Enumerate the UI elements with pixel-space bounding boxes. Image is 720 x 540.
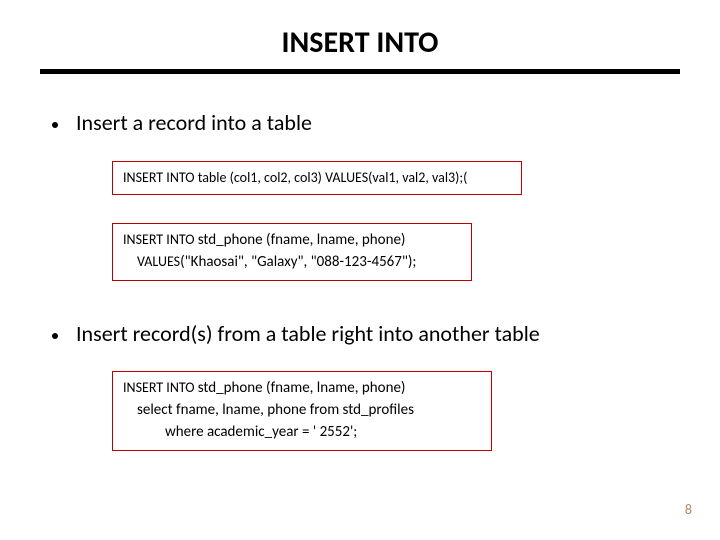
bullet-dot-icon <box>52 333 58 339</box>
bullet-dot-icon <box>52 122 58 128</box>
keyword: INSERT INTO <box>123 379 198 396</box>
bullet-1: Insert a record into a table <box>52 108 680 139</box>
code-box-example-1: INSERT INTO std_phone (fname, lname, pho… <box>112 223 472 281</box>
code-line: INSERT INTO std_phone (fname, lname, pho… <box>123 230 461 252</box>
bullet-2: Insert record(s) from a table right into… <box>52 319 680 350</box>
code-line: VALUES("Khaosai", "Galaxy", "088-123-456… <box>123 252 461 274</box>
slide: INSERT INTO Insert a record into a table… <box>0 0 720 540</box>
code-text: std_phone (fname, lname, phone) <box>198 379 406 397</box>
code-line: select fname, lname, phone from std_prof… <box>123 400 481 422</box>
keyword: INSERT INTO <box>123 231 198 248</box>
code-box-syntax: INSERT INTO table (col1, col2, col3) VAL… <box>112 161 522 195</box>
code-box-example-2: INSERT INTO std_phone (fname, lname, pho… <box>112 371 492 450</box>
content: Insert a record into a table INSERT INTO… <box>40 74 680 469</box>
code-text: ("Khaosai", "Galaxy", "088-123-4567"); <box>180 253 416 271</box>
keyword: VALUES <box>137 253 180 270</box>
bullet-2-text: Insert record(s) from a table right into… <box>76 319 540 350</box>
code-line: where academic_year = ' 2552'; <box>123 422 481 444</box>
page-number: 8 <box>685 501 692 518</box>
slide-title: INSERT INTO <box>282 20 439 67</box>
bullet-1-text: Insert a record into a table <box>76 108 312 139</box>
title-block: INSERT INTO <box>40 20 680 74</box>
code-text: std_phone (fname, lname, phone) <box>198 231 406 249</box>
code-syntax-text: INSERT INTO table (col1, col2, col3) VAL… <box>123 168 511 188</box>
code-line: INSERT INTO std_phone (fname, lname, pho… <box>123 378 481 400</box>
